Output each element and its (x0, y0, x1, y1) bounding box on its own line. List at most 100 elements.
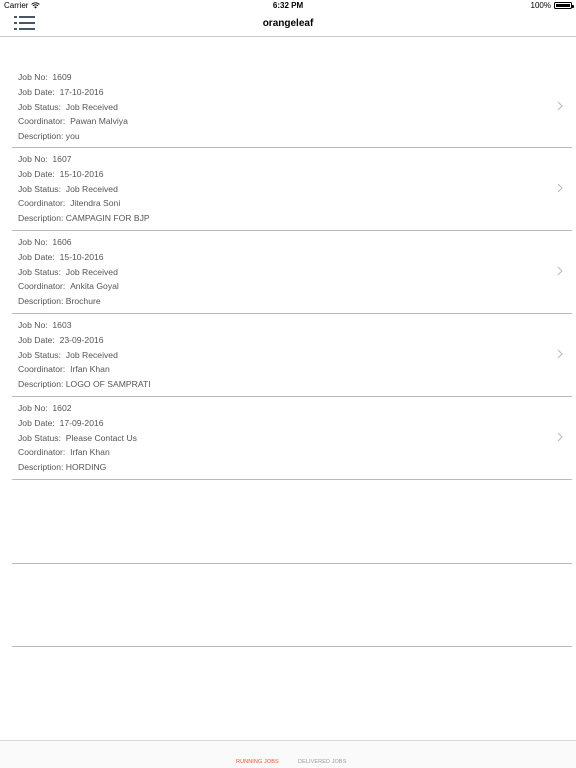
coordinator-value: Ankita Goyal (70, 281, 119, 292)
job-date-line: Job Date: 23-09-2016 (18, 333, 151, 348)
job-no-label: Job No: (18, 403, 48, 413)
job-no-value: 1602 (52, 403, 72, 413)
job-status-value: Please Contact Us (65, 432, 137, 443)
job-status-value: Job Received (65, 266, 118, 277)
chevron-right-icon (557, 266, 563, 276)
status-bar: Carrier 6:32 PM 100% (0, 0, 576, 12)
job-status-label: Job Status: (18, 101, 61, 112)
job-date-line: Job Date: 17-09-2016 (18, 416, 137, 431)
coordinator-value: Pawan Malviya (70, 116, 128, 127)
job-status-line: Job Status: Job Received (18, 100, 128, 115)
description-line: Description: you (18, 129, 128, 144)
job-date-line: Job Date: 15-10-2016 (18, 167, 150, 182)
job-date-label: Job Date: (18, 168, 55, 179)
job-status-line: Job Status: Job Received (18, 265, 119, 280)
job-date-value: 15-10-2016 (59, 168, 104, 179)
tab-running-jobs[interactable]: RUNNING JOBS (236, 759, 279, 765)
coordinator-line: Coordinator: Pawan Malviya (18, 114, 128, 129)
navigation-bar: orangeleaf (0, 12, 576, 37)
empty-row (12, 563, 572, 646)
job-no-value: 1606 (52, 237, 72, 247)
description-value: LOGO OF SAMPRATI (65, 379, 151, 390)
battery-icon (554, 2, 574, 9)
job-date-value: 17-09-2016 (59, 417, 104, 428)
coordinator-label: Coordinator: (18, 116, 66, 127)
description-value: Brochure (65, 296, 101, 307)
job-status-label: Job Status: (18, 349, 61, 360)
status-right: 100% (531, 1, 574, 10)
coordinator-line: Coordinator: Irfan Khan (18, 445, 137, 460)
coordinator-line: Coordinator: Irfan Khan (18, 362, 151, 377)
tab-delivered-jobs[interactable]: DELIVERED JOBS (298, 759, 346, 765)
job-details: Job No: 1607 Job Date: 15-10-2016 Job Stat… (18, 152, 150, 226)
job-status-label: Job Status: (18, 266, 61, 277)
job-details: Job No: 1603 Job Date: 23-09-2016 Job Stat… (18, 318, 151, 392)
job-status-line: Job Status: Job Received (18, 182, 150, 197)
description-value: CAMPAGIN FOR BJP (65, 213, 150, 224)
job-list-item[interactable]: Job No: 1607 Job Date: 15-10-2016 Job Stat… (12, 148, 572, 231)
job-date-label: Job Date: (18, 417, 55, 428)
list-menu-icon (14, 16, 35, 30)
job-list-item[interactable]: Job No: 1609 Job Date: 17-10-2016 Job Stat… (12, 66, 572, 148)
chevron-right-icon (557, 349, 563, 359)
page-title: orangeleaf (262, 18, 314, 29)
coordinator-label: Coordinator: (18, 447, 66, 458)
description-label: Description: (18, 462, 64, 473)
job-no-label: Job No: (18, 72, 48, 82)
job-status-label: Job Status: (18, 183, 61, 194)
job-no-line: Job No: 1603 (18, 318, 151, 333)
job-date-value: 15-10-2016 (59, 251, 104, 262)
job-no-line: Job No: 1602 (18, 401, 137, 416)
coordinator-label: Coordinator: (18, 198, 66, 209)
coordinator-value: Irfan Khan (70, 447, 110, 458)
job-details: Job No: 1602 Job Date: 17-09-2016 Job Stat… (18, 401, 137, 475)
coordinator-label: Coordinator: (18, 281, 66, 292)
job-status-value: Job Received (65, 101, 118, 112)
job-status-label: Job Status: (18, 432, 61, 443)
description-label: Description: (18, 131, 64, 142)
coordinator-value: Irfan Khan (70, 364, 110, 375)
tab-bar: RUNNING JOBS DELIVERED JOBS (0, 740, 576, 768)
job-no-value: 1603 (52, 320, 72, 330)
description-value: you (65, 131, 80, 142)
job-list-item[interactable]: Job No: 1603 Job Date: 23-09-2016 Job Stat… (12, 314, 572, 397)
job-status-line: Job Status: Job Received (18, 348, 151, 363)
description-line: Description: LOGO OF SAMPRATI (18, 377, 151, 392)
empty-rows (12, 563, 572, 729)
job-date-label: Job Date: (18, 334, 55, 345)
job-list-item[interactable]: Job No: 1606 Job Date: 15-10-2016 Job Stat… (12, 231, 572, 314)
job-details: Job No: 1609 Job Date: 17-10-2016 Job Stat… (18, 70, 128, 144)
menu-button[interactable] (14, 15, 38, 31)
description-line: Description: CAMPAGIN FOR BJP (18, 211, 150, 226)
coordinator-value: Jitendra Soni (70, 198, 121, 209)
chevron-right-icon (557, 183, 563, 193)
battery-tip (572, 4, 574, 8)
description-value: HORDING (65, 462, 107, 473)
job-status-line: Job Status: Please Contact Us (18, 431, 137, 446)
status-time: 6:32 PM (272, 1, 304, 10)
job-details: Job No: 1606 Job Date: 15-10-2016 Job Stat… (18, 235, 119, 309)
description-line: Description: HORDING (18, 460, 137, 475)
job-no-value: 1607 (52, 154, 72, 164)
job-no-line: Job No: 1609 (18, 70, 128, 85)
empty-row (12, 646, 572, 729)
chevron-right-icon (557, 101, 563, 111)
job-status-value: Job Received (65, 349, 118, 360)
job-list-item[interactable]: Job No: 1602 Job Date: 17-09-2016 Job Stat… (12, 397, 572, 480)
description-line: Description: Brochure (18, 294, 119, 309)
job-date-label: Job Date: (18, 86, 55, 97)
battery-fill (556, 4, 570, 7)
job-no-label: Job No: (18, 320, 48, 330)
job-no-label: Job No: (18, 237, 48, 247)
job-list: Job No: 1609 Job Date: 17-10-2016 Job Stat… (12, 66, 572, 480)
job-date-label: Job Date: (18, 251, 55, 262)
description-label: Description: (18, 213, 64, 224)
description-label: Description: (18, 379, 64, 390)
job-date-value: 17-10-2016 (59, 86, 104, 97)
job-no-line: Job No: 1607 (18, 152, 150, 167)
job-no-label: Job No: (18, 154, 48, 164)
job-no-line: Job No: 1606 (18, 235, 119, 250)
coordinator-line: Coordinator: Ankita Goyal (18, 279, 119, 294)
job-date-line: Job Date: 17-10-2016 (18, 85, 128, 100)
coordinator-line: Coordinator: Jitendra Soni (18, 196, 150, 211)
